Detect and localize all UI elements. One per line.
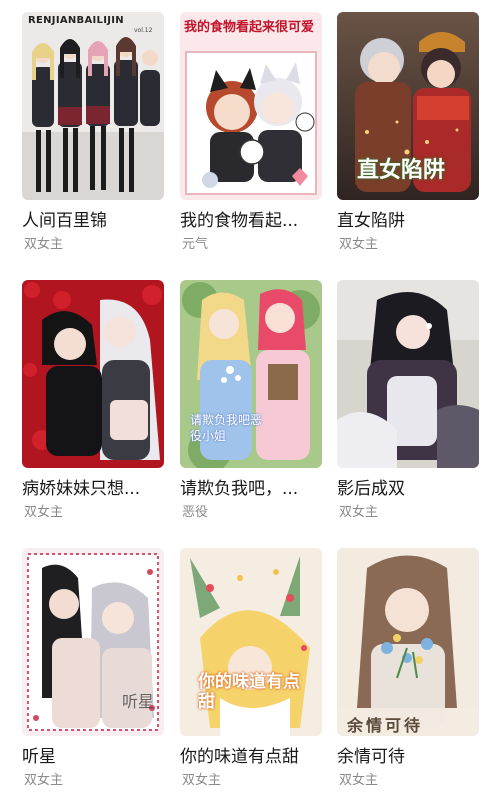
cover-title-text: 我的食物看起来很可爱 <box>184 20 315 35</box>
comic-cover[interactable]: 请欺负我吧恶役小姐 <box>180 280 322 468</box>
comic-title[interactable]: 请欺负我吧，... <box>180 478 322 500</box>
comic-tag[interactable]: 双女主 <box>337 772 479 790</box>
cover-title-text: 你的味道有点甜 <box>198 672 300 712</box>
comic-card[interactable]: 影后成双 双女主 <box>337 280 479 522</box>
comic-title[interactable]: 人间百里锦 <box>22 210 164 232</box>
cover-volume-text: vol.12 <box>134 27 153 34</box>
cover-art <box>22 280 164 468</box>
comic-card[interactable]: RENJIANBAILIJIN vol.12 人间百里锦 双女主 <box>22 12 164 254</box>
cover-title-text: RENJIANBAILIJIN <box>28 15 124 26</box>
comic-card[interactable]: 直女陷阱 直女陷阱 双女主 <box>337 12 479 254</box>
comic-title[interactable]: 听星 <box>22 746 164 768</box>
comic-tag[interactable]: 双女主 <box>22 236 164 254</box>
comic-card[interactable]: 余情可待 余情可待 双女主 <box>337 548 479 790</box>
comic-cover[interactable]: 直女陷阱 <box>337 12 479 200</box>
comic-title[interactable]: 余情可待 <box>337 746 479 768</box>
cover-title-text: 余情可待 <box>347 716 424 735</box>
cover-title-text: 听星 <box>122 692 155 711</box>
comic-title[interactable]: 我的食物看起... <box>180 210 322 232</box>
comic-tag[interactable]: 双女主 <box>337 504 479 522</box>
comic-cover[interactable] <box>22 280 164 468</box>
comic-title[interactable]: 直女陷阱 <box>337 210 479 232</box>
comic-title[interactable]: 病娇妹妹只想... <box>22 478 164 500</box>
cover-art <box>337 280 479 468</box>
comic-tag[interactable]: 双女主 <box>337 236 479 254</box>
comic-title[interactable]: 你的味道有点甜 <box>180 746 322 768</box>
comic-tag[interactable]: 元气 <box>180 236 322 254</box>
comic-cover[interactable]: RENJIANBAILIJIN vol.12 <box>22 12 164 200</box>
comic-card[interactable]: 请欺负我吧恶役小姐 请欺负我吧，... 恶役 <box>180 280 322 522</box>
comic-card[interactable]: 听星 听星 双女主 <box>22 548 164 790</box>
cover-title-text: 直女陷阱 <box>357 158 446 183</box>
cover-art <box>337 548 479 736</box>
comic-tag[interactable]: 恶役 <box>180 504 322 522</box>
comic-card[interactable]: 你的味道有点甜 你的味道有点甜 双女主 <box>180 548 322 790</box>
comic-tag[interactable]: 双女主 <box>22 504 164 522</box>
comic-cover[interactable]: 我的食物看起来很可爱 <box>180 12 322 200</box>
comic-cover[interactable]: 你的味道有点甜 <box>180 548 322 736</box>
comic-cover[interactable] <box>337 280 479 468</box>
comic-tag[interactable]: 双女主 <box>180 772 322 790</box>
cover-title-text: 请欺负我吧恶役小姐 <box>190 413 263 443</box>
cover-art <box>180 12 322 200</box>
comic-cover[interactable]: 听星 <box>22 548 164 736</box>
cover-art <box>22 12 164 200</box>
comic-card[interactable]: 病娇妹妹只想... 双女主 <box>22 280 164 522</box>
comic-cover[interactable]: 余情可待 <box>337 548 479 736</box>
comic-grid: RENJIANBAILIJIN vol.12 人间百里锦 双女主 我的食物看起来… <box>0 0 500 792</box>
comic-tag[interactable]: 双女主 <box>22 772 164 790</box>
comic-title[interactable]: 影后成双 <box>337 478 479 500</box>
comic-card[interactable]: 我的食物看起来很可爱 我的食物看起... 元气 <box>180 12 322 254</box>
